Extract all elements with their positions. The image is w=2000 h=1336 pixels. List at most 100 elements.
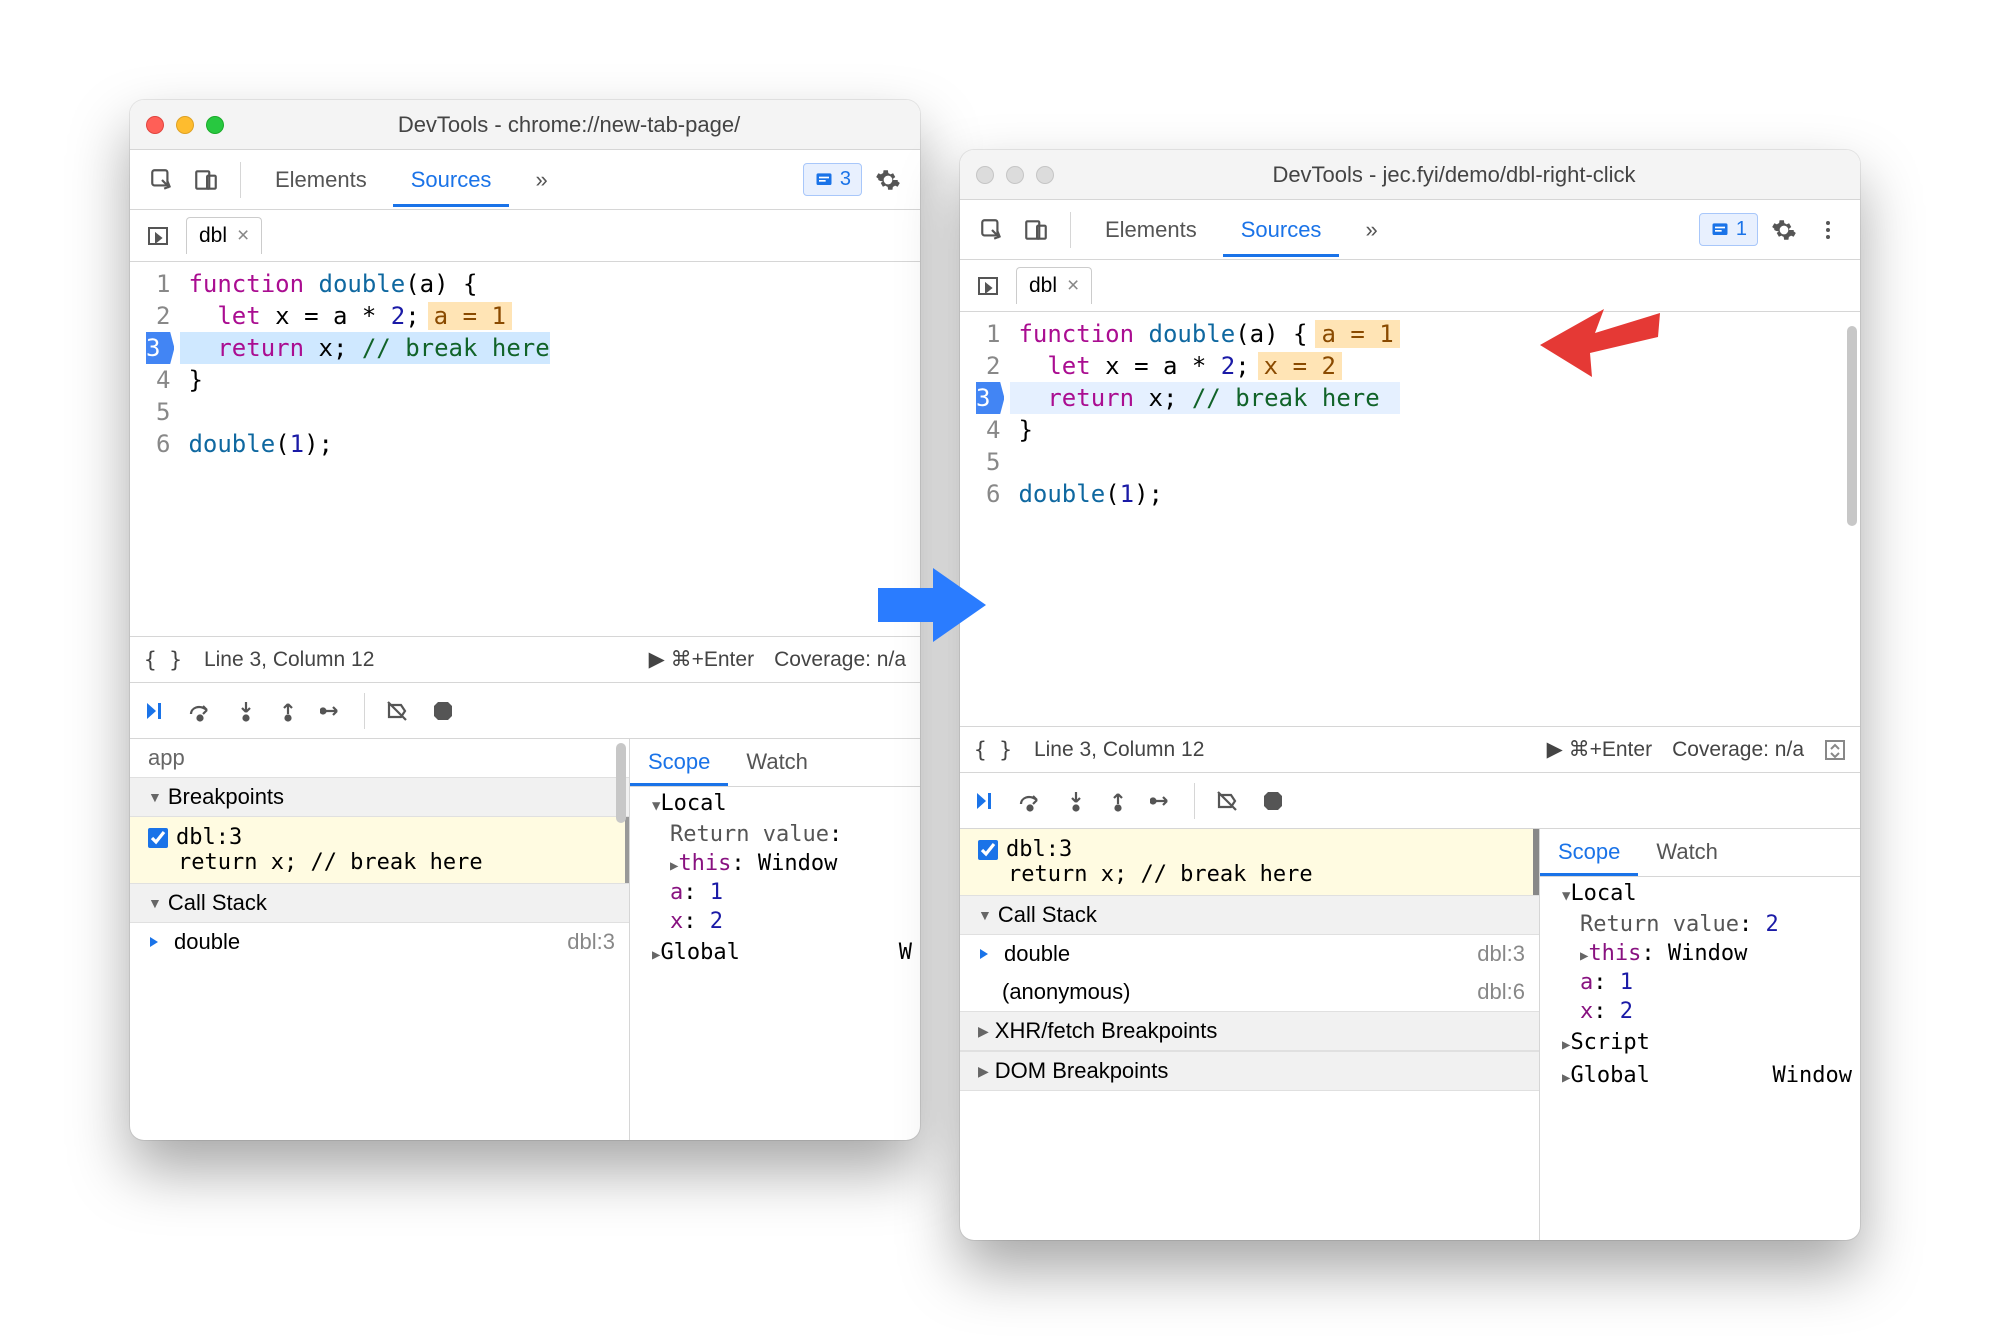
- scrollbar[interactable]: [616, 743, 626, 823]
- resume-icon[interactable]: [142, 699, 166, 723]
- list-item[interactable]: app: [130, 739, 629, 777]
- inline-value-a: a = 1: [428, 302, 512, 330]
- tab-elements[interactable]: Elements: [1087, 203, 1215, 257]
- breakpoint-item[interactable]: dbl:3 return x; // break here: [960, 829, 1539, 895]
- debugger-left-panel: dbl:3 return x; // break here ▼Call Stac…: [960, 829, 1540, 1240]
- step-over-icon[interactable]: [1018, 790, 1044, 812]
- close-window-button[interactable]: [976, 166, 994, 184]
- stack-frame[interactable]: double dbl:3: [960, 935, 1539, 973]
- tab-watch[interactable]: Watch: [1638, 829, 1736, 876]
- pretty-print-icon[interactable]: { }: [144, 648, 182, 672]
- step-out-icon[interactable]: [278, 700, 298, 722]
- xhr-breakpoints-header[interactable]: ▶XHR/fetch Breakpoints: [960, 1011, 1539, 1051]
- run-snippet[interactable]: ▶ ⌘+Enter: [649, 647, 754, 672]
- expand-icon[interactable]: [1824, 739, 1846, 761]
- resume-icon[interactable]: [972, 789, 996, 813]
- kebab-menu-icon[interactable]: [1810, 212, 1846, 248]
- debugger-left-panel: app ▼Breakpoints dbl:3 return x; // brea…: [130, 739, 630, 1140]
- issues-count: 1: [1736, 218, 1747, 241]
- tab-sources[interactable]: Sources: [393, 153, 510, 207]
- main-toolbar: Elements Sources » 3: [130, 150, 920, 210]
- show-navigator-icon[interactable]: [140, 218, 176, 254]
- show-navigator-icon[interactable]: [970, 268, 1006, 304]
- issues-badge[interactable]: 1: [1699, 213, 1758, 246]
- scope-panel: Scope Watch ▼Local Return value: ▶this: …: [630, 739, 920, 1140]
- line-gutter: 1 2 3 4 5 6: [130, 262, 180, 466]
- inline-value-a: a = 1: [1315, 320, 1399, 348]
- traffic-lights: [146, 116, 224, 134]
- issues-badge[interactable]: 3: [803, 163, 862, 196]
- deactivate-breakpoints-icon[interactable]: [385, 699, 409, 723]
- breakpoint-checkbox[interactable]: [978, 840, 998, 860]
- step-into-icon[interactable]: [236, 700, 256, 722]
- file-tabs-row: dbl ×: [130, 210, 920, 262]
- zoom-window-button[interactable]: [206, 116, 224, 134]
- titlebar: DevTools - chrome://new-tab-page/: [130, 100, 920, 150]
- close-window-button[interactable]: [146, 116, 164, 134]
- device-toggle-icon[interactable]: [188, 162, 224, 198]
- coverage-status: Coverage: n/a: [774, 648, 906, 672]
- pause-exceptions-icon[interactable]: [1261, 789, 1285, 813]
- editor-statusbar: { } Line 3, Column 12 ▶ ⌘+Enter Coverage…: [960, 726, 1860, 772]
- scope-panel: Scope Watch ▼Local Return value: 2 ▶this…: [1540, 829, 1860, 1240]
- gear-icon[interactable]: [870, 162, 906, 198]
- devtools-window-left: DevTools - chrome://new-tab-page/ Elemen…: [130, 100, 920, 1140]
- file-tab-dbl[interactable]: dbl ×: [186, 217, 262, 254]
- run-snippet[interactable]: ▶ ⌘+Enter: [1547, 737, 1652, 762]
- tab-sources[interactable]: Sources: [1223, 203, 1340, 257]
- toolbar-divider: [240, 162, 241, 198]
- pause-exceptions-icon[interactable]: [431, 699, 455, 723]
- cursor-position: Line 3, Column 12: [1034, 738, 1204, 762]
- callstack-header[interactable]: ▼Call Stack: [960, 895, 1539, 935]
- tab-scope[interactable]: Scope: [630, 739, 728, 786]
- toolbar-divider: [1070, 212, 1071, 248]
- tab-watch[interactable]: Watch: [728, 739, 826, 786]
- file-tab-dbl[interactable]: dbl ×: [1016, 267, 1092, 304]
- paused-line: return x; // break here: [1010, 382, 1399, 414]
- coverage-status: Coverage: n/a: [1672, 738, 1804, 762]
- stack-frame[interactable]: double dbl:3: [130, 923, 629, 961]
- deactivate-breakpoints-icon[interactable]: [1215, 789, 1239, 813]
- file-tab-close-icon[interactable]: ×: [237, 224, 249, 248]
- main-toolbar: Elements Sources » 1: [960, 200, 1860, 260]
- tab-more[interactable]: »: [517, 153, 565, 207]
- step-into-icon[interactable]: [1066, 790, 1086, 812]
- code-body[interactable]: function double(a) { let x = a * 2;a = 1…: [180, 262, 549, 466]
- minimize-window-button[interactable]: [176, 116, 194, 134]
- breakpoint-marker[interactable]: 3: [976, 382, 1004, 414]
- inspect-element-icon[interactable]: [144, 162, 180, 198]
- stack-frame[interactable]: (anonymous) dbl:6: [960, 973, 1539, 1011]
- pretty-print-icon[interactable]: { }: [974, 738, 1012, 762]
- issues-count: 3: [840, 168, 851, 191]
- window-title: DevTools - jec.fyi/demo/dbl-right-click: [1064, 162, 1844, 188]
- cursor-position: Line 3, Column 12: [204, 648, 374, 672]
- breakpoint-marker[interactable]: 3: [146, 332, 174, 364]
- editor-statusbar: { } Line 3, Column 12 ▶ ⌘+Enter Coverage…: [130, 636, 920, 682]
- dom-breakpoints-header[interactable]: ▶DOM Breakpoints: [960, 1051, 1539, 1091]
- code-editor[interactable]: 1 2 3 4 5 6 function double(a) { let x =…: [130, 262, 920, 466]
- inspect-element-icon[interactable]: [974, 212, 1010, 248]
- tab-elements[interactable]: Elements: [257, 153, 385, 207]
- code-editor[interactable]: 1 2 3 4 5 6 function double(a) {a = 1 le…: [960, 312, 1860, 516]
- device-toggle-icon[interactable]: [1018, 212, 1054, 248]
- zoom-window-button[interactable]: [1036, 166, 1054, 184]
- tab-scope[interactable]: Scope: [1540, 829, 1638, 876]
- window-title: DevTools - chrome://new-tab-page/: [234, 112, 904, 138]
- file-tab-name: dbl: [199, 224, 227, 248]
- scrollbar[interactable]: [1847, 326, 1857, 526]
- breakpoint-checkbox[interactable]: [148, 828, 168, 848]
- minimize-window-button[interactable]: [1006, 166, 1024, 184]
- callstack-header[interactable]: ▼Call Stack: [130, 883, 629, 923]
- file-tab-close-icon[interactable]: ×: [1067, 274, 1079, 298]
- debugger-toolbar: [960, 772, 1860, 828]
- step-out-icon[interactable]: [1108, 790, 1128, 812]
- breakpoints-header[interactable]: ▼Breakpoints: [130, 777, 629, 817]
- step-over-icon[interactable]: [188, 700, 214, 722]
- code-body[interactable]: function double(a) {a = 1 let x = a * 2;…: [1010, 312, 1399, 516]
- gear-icon[interactable]: [1766, 212, 1802, 248]
- tab-more[interactable]: »: [1347, 203, 1395, 257]
- step-icon[interactable]: [1150, 791, 1174, 811]
- breakpoint-item[interactable]: dbl:3 return x; // break here: [130, 817, 629, 883]
- step-icon[interactable]: [320, 701, 344, 721]
- paused-line: return x; // break here: [180, 332, 549, 364]
